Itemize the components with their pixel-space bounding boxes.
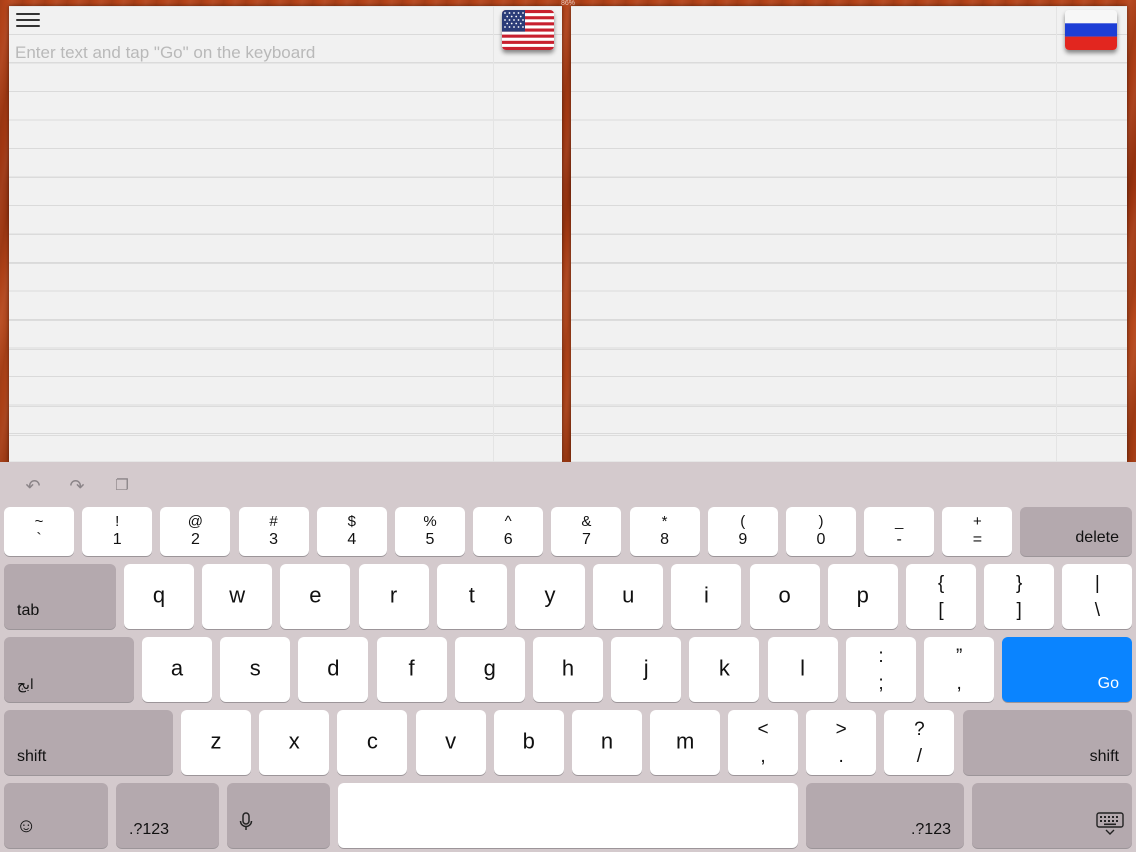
number-key[interactable]: (9	[707, 507, 778, 556]
letter-key-v[interactable]: v	[415, 710, 486, 775]
letter-key-u[interactable]: u	[593, 564, 664, 629]
letter-key-a[interactable]: a	[142, 637, 212, 702]
shift-key-left[interactable]: shift	[4, 710, 173, 775]
hide-keyboard-icon	[1096, 812, 1124, 841]
letter-key-c[interactable]: c	[337, 710, 408, 775]
margin-line	[1056, 6, 1057, 462]
symbol-key[interactable]: ? /	[884, 710, 955, 775]
number-key[interactable]: $4	[316, 507, 387, 556]
us-flag-icon[interactable]	[502, 10, 554, 50]
symbol-key[interactable]: >.	[806, 710, 877, 775]
letter-key-f[interactable]: f	[376, 637, 447, 702]
emoji-icon: ☺	[16, 815, 37, 837]
symbol-key[interactable]: }]	[984, 564, 1055, 629]
letter-key-s[interactable]: s	[220, 637, 291, 702]
symbol-key[interactable]: <,	[728, 710, 798, 775]
emoji-key[interactable]: ☺	[4, 783, 108, 848]
letter-key-i[interactable]: i	[671, 564, 742, 629]
letter-key-l[interactable]: l	[767, 637, 838, 702]
symbol-key[interactable]: :;	[846, 637, 916, 702]
microphone-icon	[239, 812, 253, 838]
letter-key-y[interactable]: y	[515, 564, 585, 629]
margin-line	[493, 6, 494, 462]
letter-key-k[interactable]: k	[689, 637, 760, 702]
letter-key-h[interactable]: h	[533, 637, 603, 702]
letter-key-x[interactable]: x	[259, 710, 330, 775]
numbers-key-right[interactable]: .?123	[806, 783, 964, 848]
number-key[interactable]: * 8	[629, 507, 700, 556]
letter-key-b[interactable]: b	[493, 710, 564, 775]
symbol-key[interactable]: {[	[906, 564, 976, 629]
shift-key-right[interactable]: shift	[963, 710, 1132, 775]
number-key[interactable]: _ -	[864, 507, 935, 556]
translation-panel	[571, 6, 1127, 462]
letter-key-m[interactable]: m	[650, 710, 721, 775]
language-switch-key[interactable]: ابج	[4, 637, 134, 702]
hide-keyboard-key[interactable]	[972, 783, 1132, 848]
redo-icon[interactable]: ↷	[66, 476, 88, 496]
letter-key-r[interactable]: r	[358, 564, 429, 629]
symbol-key[interactable]: | \	[1062, 564, 1133, 629]
delete-key[interactable]: delete	[1020, 507, 1132, 556]
on-screen-keyboard: ↶ ↷ ❐ delete tab ابج Go shift shift ☺ .?…	[0, 462, 1136, 852]
number-key[interactable]: & 7	[551, 507, 622, 556]
number-key[interactable]: ^ 6	[473, 507, 544, 556]
symbol-key[interactable]: ”,	[924, 637, 995, 702]
letter-key-q[interactable]: q	[124, 564, 194, 629]
number-key[interactable]: ! 1	[82, 507, 153, 556]
number-key[interactable]: % 5	[395, 507, 465, 556]
number-key[interactable]: #3	[238, 507, 309, 556]
letter-key-j[interactable]: j	[611, 637, 682, 702]
letter-key-z[interactable]: z	[181, 710, 251, 775]
letter-key-n[interactable]: n	[572, 710, 642, 775]
number-key[interactable]: ) 0	[786, 507, 856, 556]
source-text-placeholder[interactable]: Enter text and tap "Go" on the keyboard	[15, 43, 315, 63]
tab-key[interactable]: tab	[4, 564, 116, 629]
letter-key-d[interactable]: d	[298, 637, 369, 702]
letter-key-t[interactable]: t	[436, 564, 507, 629]
space-bar[interactable]	[338, 783, 798, 848]
letter-key-g[interactable]: g	[454, 637, 525, 702]
paste-icon[interactable]: ❐	[111, 476, 133, 496]
ruled-lines	[571, 6, 1127, 462]
microphone-key[interactable]	[227, 783, 330, 848]
source-text-panel[interactable]: Enter text and tap "Go" on the keyboard	[9, 6, 562, 462]
go-key[interactable]: Go	[1002, 637, 1132, 702]
number-key[interactable]: ~ `	[4, 507, 74, 556]
number-key[interactable]: + =	[942, 507, 1013, 556]
number-key[interactable]: @2	[160, 507, 231, 556]
numbers-key-left[interactable]: .?123	[116, 783, 219, 848]
ruled-lines	[9, 6, 562, 462]
letter-key-p[interactable]: p	[827, 564, 898, 629]
letter-key-e[interactable]: e	[280, 564, 351, 629]
letter-key-w[interactable]: w	[202, 564, 273, 629]
letter-key-o[interactable]: o	[749, 564, 820, 629]
hamburger-menu-icon[interactable]	[16, 13, 40, 29]
undo-icon[interactable]: ↶	[22, 476, 44, 496]
russia-flag-icon[interactable]	[1065, 10, 1117, 50]
